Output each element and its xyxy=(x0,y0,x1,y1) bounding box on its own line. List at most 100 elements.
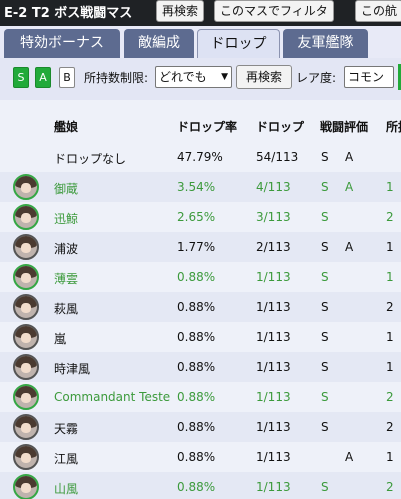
drop-count: 1/113 xyxy=(256,360,291,374)
drop-count: 2/113 xyxy=(256,240,291,254)
ship-name[interactable]: ドロップなし xyxy=(54,150,126,167)
owned-count: 1 xyxy=(386,360,394,374)
ship-name[interactable]: 萩風 xyxy=(54,300,78,317)
filter-this-node-button[interactable]: このマスでフィルタ xyxy=(214,0,334,22)
ship-name[interactable]: 薄雲 xyxy=(54,270,78,287)
owned-count: 1 xyxy=(386,330,394,344)
owned-count: 2 xyxy=(386,390,394,404)
table-row[interactable]: 江風 0.88% 1/113 A 1 xyxy=(0,442,401,472)
tab-friend-fleet[interactable]: 友軍艦隊 xyxy=(283,29,368,58)
ship-name[interactable]: 浦波 xyxy=(54,240,78,257)
ship-name[interactable]: 嵐 xyxy=(54,330,66,347)
drop-count: 4/113 xyxy=(256,180,291,194)
drop-rate: 0.88% xyxy=(177,420,216,434)
table-row[interactable]: 御蔵 3.54% 4/113 S A 1 xyxy=(0,172,401,202)
ship-avatar xyxy=(13,174,39,200)
table-row[interactable]: 迅鯨 2.65% 3/113 S 2 xyxy=(0,202,401,232)
ship-name[interactable]: 時津風 xyxy=(54,360,90,377)
owned-count: 2 xyxy=(386,420,394,434)
rank-s-toggle[interactable]: S xyxy=(13,67,29,88)
drop-count: 1/113 xyxy=(256,480,291,494)
rank-a-toggle[interactable]: A xyxy=(35,67,51,88)
drop-rate: 0.88% xyxy=(177,270,216,284)
ship-name[interactable]: 御蔵 xyxy=(54,180,78,197)
drop-rate: 0.88% xyxy=(177,300,216,314)
drop-count: 1/113 xyxy=(256,330,291,344)
ship-avatar xyxy=(13,354,39,380)
drop-table: 艦娘 ドロップ率 ドロップ 戦闘評価 所持 ドロップなし 47.79% 54/113… xyxy=(0,100,401,499)
column-header-drops: ドロップ xyxy=(256,120,305,134)
tab-drop[interactable]: ドロップ xyxy=(197,29,280,58)
drop-rate: 3.54% xyxy=(177,180,216,194)
table-row[interactable]: 浦波 1.77% 2/113 S A 1 xyxy=(0,232,401,262)
ship-avatar xyxy=(13,444,39,470)
tab-enemy-fleet[interactable]: 敵編成 xyxy=(124,29,194,58)
ship-avatar xyxy=(13,264,39,290)
ship-avatar xyxy=(13,204,39,230)
drop-rate: 2.65% xyxy=(177,210,216,224)
drop-count: 1/113 xyxy=(256,300,291,314)
column-header-owned: 所持 xyxy=(386,120,401,134)
rank-b-toggle[interactable]: B xyxy=(59,67,75,88)
rank-s: S xyxy=(321,390,329,404)
table-row[interactable]: Commandant Teste 0.88% 1/113 S 2 xyxy=(0,382,401,412)
ship-avatar xyxy=(13,294,39,320)
table-row[interactable]: 嵐 0.88% 1/113 S 1 xyxy=(0,322,401,352)
research-button[interactable]: 再検索 xyxy=(156,0,205,22)
drop-count: 3/113 xyxy=(256,210,291,224)
rank-s: S xyxy=(321,480,329,494)
ship-avatar xyxy=(13,234,39,260)
drop-count: 54/113 xyxy=(256,150,299,164)
drop-rate: 0.88% xyxy=(177,480,216,494)
drop-rate: 1.77% xyxy=(177,240,216,254)
table-row[interactable]: 時津風 0.88% 1/113 S 1 xyxy=(0,352,401,382)
rank-s: S xyxy=(321,420,329,434)
table-row[interactable]: ドロップなし 47.79% 54/113 S A xyxy=(0,142,401,172)
owned-count: 1 xyxy=(386,450,394,464)
owned-count: 1 xyxy=(386,180,394,194)
rank-s: S xyxy=(321,300,329,314)
column-header-ship: 艦娘 xyxy=(54,120,79,134)
ship-name[interactable]: 迅鯨 xyxy=(54,210,78,227)
rank-a: A xyxy=(345,240,354,254)
column-header-rate: ドロップ率 xyxy=(177,120,238,134)
ship-name[interactable]: Commandant Teste xyxy=(54,390,170,404)
table-row[interactable]: 薄雲 0.88% 1/113 S 1 xyxy=(0,262,401,292)
drop-rate: 0.88% xyxy=(177,330,216,344)
limit-label: 所持数制限: xyxy=(84,71,149,85)
drop-rate: 0.88% xyxy=(177,390,216,404)
rank-a: A xyxy=(345,150,354,164)
ship-name[interactable]: 山風 xyxy=(54,480,78,497)
column-header-rank: 戦闘評価 xyxy=(320,120,369,134)
rank-s: S xyxy=(321,270,329,284)
ship-name[interactable]: 江風 xyxy=(54,450,78,467)
owned-count: 1 xyxy=(386,270,394,284)
rank-s: S xyxy=(321,240,329,254)
owned-count: 2 xyxy=(386,210,394,224)
owned-count: 1 xyxy=(386,240,394,254)
table-row[interactable]: 山風 0.88% 1/113 S 2 xyxy=(0,472,401,499)
tab-bonus[interactable]: 特効ボーナス xyxy=(4,29,120,58)
ship-avatar xyxy=(13,384,39,410)
drop-count: 1/113 xyxy=(256,450,291,464)
rank-s: S xyxy=(321,150,329,164)
rank-s: S xyxy=(321,180,329,194)
limit-select-value: どれでも xyxy=(159,70,207,84)
ship-avatar xyxy=(13,414,39,440)
drop-count: 1/113 xyxy=(256,420,291,434)
rank-s: S xyxy=(321,330,329,344)
ship-name[interactable]: 天霧 xyxy=(54,420,78,437)
rarity-select[interactable]: コモン xyxy=(344,66,394,88)
chevron-down-icon: ▼ xyxy=(221,72,228,82)
owned-count: 2 xyxy=(386,300,394,314)
table-row[interactable]: 天霧 0.88% 1/113 S 2 xyxy=(0,412,401,442)
drop-rate: 0.88% xyxy=(177,450,216,464)
this-route-button[interactable]: この航 xyxy=(355,0,401,22)
limit-select[interactable]: どれでも ▼ xyxy=(155,66,232,88)
filter-bar: S A B 所持数制限: どれでも ▼ 再検索 レア度: コモン xyxy=(0,58,401,100)
rank-a: A xyxy=(345,180,354,194)
page-title: E-2 T2 ボス戦闘マス xyxy=(4,6,133,21)
rarity-label: レア度: xyxy=(296,71,337,85)
search-button[interactable]: 再検索 xyxy=(236,65,292,89)
table-row[interactable]: 萩風 0.88% 1/113 S 2 xyxy=(0,292,401,322)
